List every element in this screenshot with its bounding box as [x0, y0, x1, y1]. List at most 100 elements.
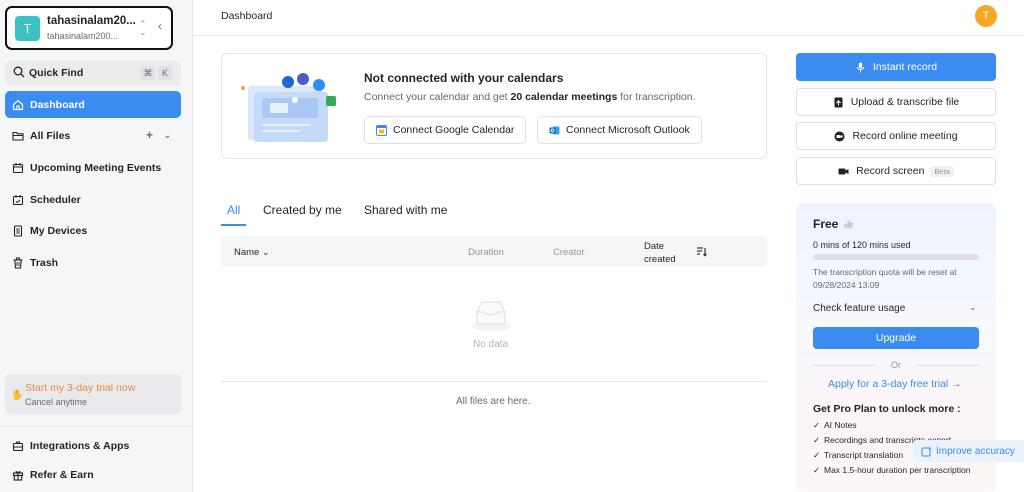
- account-email: tahasinalam200...: [47, 31, 119, 41]
- sidebar-item-refer[interactable]: Refer & Earn: [5, 461, 181, 488]
- sidebar-item-scheduler[interactable]: Scheduler: [5, 186, 181, 213]
- sidebar: T tahasinalam20... tahasinalam200... ⌃ ⌄ …: [0, 0, 193, 492]
- check-feature-usage-toggle[interactable]: Check feature usage: [813, 303, 905, 314]
- sidebar-item-label: My Devices: [30, 224, 88, 237]
- tab-shared-with-me[interactable]: Shared with me: [364, 203, 447, 217]
- sidebar-item-label: Upcoming Meeting Events: [30, 161, 162, 174]
- table-divider: [221, 381, 767, 382]
- sidebar-item-label: Refer & Earn: [30, 468, 94, 481]
- account-name: tahasinalam20...: [47, 15, 136, 27]
- check-icon: ✓: [813, 450, 821, 460]
- chevron-down-icon: ⌄: [261, 247, 270, 257]
- pro-feature-item: ✓ Max 1.5-hour duration per transcription: [813, 464, 983, 477]
- account-switcher[interactable]: T tahasinalam20... tahasinalam200... ⌃ ⌄ …: [5, 6, 173, 50]
- sidebar-item-dashboard[interactable]: Dashboard: [5, 91, 181, 118]
- column-label: created: [644, 254, 676, 265]
- column-label: Name: [234, 247, 260, 258]
- or-divider-right: [917, 365, 979, 366]
- tab-all[interactable]: All: [227, 203, 240, 217]
- sort-icon[interactable]: [696, 246, 707, 257]
- empty-inbox-icon: [471, 301, 511, 331]
- empty-state-text: No data: [473, 339, 509, 350]
- upload-file-icon: [834, 97, 843, 107]
- chevron-down-icon[interactable]: ⌄: [163, 130, 171, 141]
- files-table-header: Name ⌄ Duration Creator Date created: [221, 236, 767, 267]
- home-icon: [12, 99, 24, 110]
- plan-reset-text: The transcription quota will be reset at…: [813, 267, 957, 290]
- plan-hand-icon: [844, 220, 854, 228]
- pro-plan-title: Get Pro Plan to unlock more :: [813, 403, 961, 415]
- subtitle-highlight: 20 calendar meetings: [510, 91, 618, 103]
- check-icon: ✓: [813, 420, 821, 430]
- trash-icon: [13, 257, 23, 269]
- sidebar-item-label: All Files: [30, 129, 71, 142]
- hand-icon: ✋: [11, 390, 24, 401]
- column-label: Date: [644, 241, 665, 252]
- button-label: Improve accuracy: [936, 445, 1015, 457]
- folder-icon: [12, 131, 24, 141]
- google-calendar-icon: [376, 124, 387, 136]
- device-icon: [13, 224, 23, 237]
- chevron-down-icon[interactable]: ⌄: [969, 302, 977, 313]
- button-label: Upload & transcribe file: [850, 96, 960, 108]
- plan-usage-text: 0 mins of 120 mins used: [813, 240, 911, 250]
- check-icon: ✓: [813, 435, 821, 445]
- record-screen-button[interactable]: Record screen Beta: [796, 157, 996, 185]
- add-icon[interactable]: +: [146, 128, 153, 142]
- apply-free-trial-link[interactable]: Apply for a 3-day free trial →: [828, 378, 962, 390]
- scheduler-icon: [12, 194, 24, 205]
- button-label: Connect Google Calendar: [393, 124, 515, 136]
- connect-google-calendar-button[interactable]: Connect Google Calendar: [364, 116, 527, 144]
- top-header: Dashboard T: [193, 0, 1024, 36]
- instant-record-button[interactable]: Instant record: [796, 53, 996, 81]
- trial-title: Start my 3-day trial now: [25, 382, 136, 394]
- account-avatar: T: [15, 16, 40, 41]
- button-label: Instant record: [872, 61, 938, 73]
- chevron-updown-icon[interactable]: ⌃ ⌄: [139, 20, 147, 37]
- upload-transcribe-button[interactable]: Upload & transcribe file: [796, 88, 996, 116]
- collapse-sidebar-icon[interactable]: ‹: [158, 19, 162, 33]
- improve-accuracy-button[interactable]: Improve accuracy: [913, 440, 1024, 462]
- column-duration-header: Duration: [468, 247, 504, 258]
- active-tab-indicator: [221, 224, 246, 226]
- pro-feature-text: Max 1.5-hour duration per transcription: [824, 465, 971, 475]
- plan-name: Free: [813, 217, 839, 231]
- button-label: Record screen: [856, 165, 925, 177]
- trial-subtitle: Cancel anytime: [25, 397, 88, 407]
- column-date-created-header[interactable]: Date created: [644, 240, 676, 266]
- trial-banner[interactable]: ✋ Start my 3-day trial now Cancel anytim…: [5, 374, 181, 414]
- calendar-connect-card: Not connected with your calendars Connec…: [221, 53, 767, 159]
- subtitle-text: Connect your calendar and get: [364, 91, 511, 103]
- subtitle-text: for transcription.: [617, 91, 696, 103]
- calendar-icon: [12, 162, 24, 173]
- button-label: Record online meeting: [852, 130, 958, 142]
- or-text: Or: [891, 360, 901, 370]
- pro-feature-text: AI Notes: [824, 420, 857, 430]
- upgrade-button[interactable]: Upgrade: [813, 327, 979, 349]
- sidebar-item-all-files[interactable]: All Files + ⌄: [5, 122, 181, 149]
- user-avatar[interactable]: T: [975, 5, 997, 27]
- column-name-header[interactable]: Name ⌄: [234, 247, 270, 258]
- check-icon: ✓: [813, 465, 821, 475]
- sidebar-item-trash[interactable]: Trash: [5, 249, 181, 276]
- video-camera-icon: [838, 168, 849, 174]
- sidebar-divider: [0, 426, 192, 427]
- quick-find-button[interactable]: Quick Find ⌘ K: [5, 61, 181, 86]
- quick-find-label: Quick Find: [29, 67, 84, 79]
- record-online-meeting-button[interactable]: Record online meeting: [796, 122, 996, 150]
- sidebar-item-my-devices[interactable]: My Devices: [5, 217, 181, 244]
- all-files-footer: All files are here.: [456, 396, 531, 407]
- calendar-illustration-icon: [241, 73, 336, 142]
- calendar-card-title: Not connected with your calendars: [364, 71, 564, 85]
- plan-usage-bar: [813, 254, 979, 260]
- tab-created-by-me[interactable]: Created by me: [263, 203, 342, 217]
- beta-badge: Beta: [930, 165, 954, 177]
- sidebar-item-label: Integrations & Apps: [30, 439, 130, 452]
- outlook-icon: [549, 126, 560, 134]
- or-divider-left: [813, 365, 875, 366]
- gift-icon: [12, 470, 24, 481]
- sidebar-item-upcoming-meetings[interactable]: Upcoming Meeting Events: [5, 154, 181, 181]
- sidebar-item-integrations[interactable]: Integrations & Apps: [5, 432, 181, 459]
- meeting-icon: [834, 131, 845, 141]
- connect-microsoft-outlook-button[interactable]: Connect Microsoft Outlook: [537, 116, 702, 144]
